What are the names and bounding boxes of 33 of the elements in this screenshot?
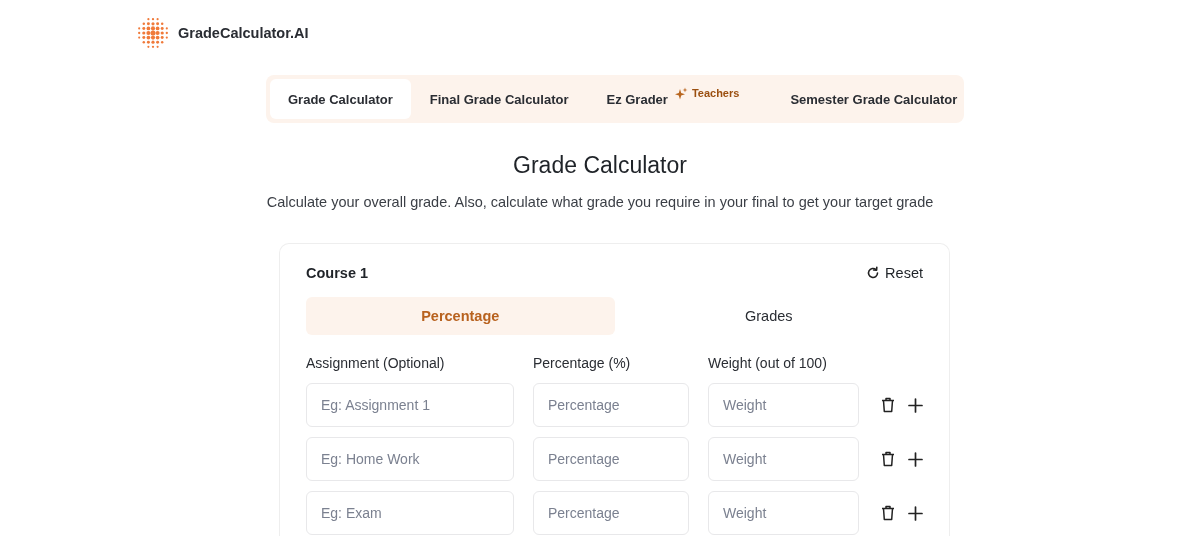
nav-tab[interactable]: Grade Calculator xyxy=(270,79,411,119)
add-icon[interactable] xyxy=(908,505,923,521)
assignment-field[interactable]: Eg: Exam xyxy=(306,491,514,535)
brand-name: GradeCalculator.AI xyxy=(178,25,309,41)
weight-field[interactable]: Weight xyxy=(708,491,859,535)
column-label: Percentage (%) xyxy=(533,355,632,371)
logo-icon xyxy=(135,15,171,51)
nav-tab[interactable]: Ez Grader Teachers xyxy=(587,79,772,119)
delete-icon[interactable] xyxy=(881,397,895,413)
assignment-field[interactable]: Eg: Assignment 1 xyxy=(306,383,514,427)
mode-tab[interactable]: Percentage xyxy=(306,297,615,335)
assignment-field[interactable]: Eg: Home Work xyxy=(306,437,514,481)
column-label: Weight (out of 100) xyxy=(708,355,828,371)
page-subtitle: Calculate your overall grade. Also, calculate what grade you require in your final to get your target grade xyxy=(265,194,935,210)
teachers-label: Teachers xyxy=(691,87,740,99)
course-title: Course 1 xyxy=(306,265,369,281)
delete-icon[interactable] xyxy=(881,505,895,521)
add-icon[interactable] xyxy=(908,397,923,413)
nav-tab[interactable]: Semester Grade Calculator xyxy=(772,79,976,119)
delete-icon[interactable] xyxy=(881,451,895,467)
sparkle-icon xyxy=(673,87,688,101)
page-title: Grade Calculator xyxy=(512,152,688,179)
reset-button[interactable]: Reset xyxy=(866,265,923,281)
weight-field[interactable]: Weight xyxy=(708,383,859,427)
nav-tab[interactable]: Final Grade Calculator xyxy=(411,79,587,119)
column-label: Assignment (Optional) xyxy=(306,355,446,371)
weight-field[interactable]: Weight xyxy=(708,437,859,481)
percentage-field[interactable]: Percentage xyxy=(533,437,689,481)
reset-icon xyxy=(866,266,881,280)
percentage-field[interactable]: Percentage xyxy=(533,491,689,535)
percentage-field[interactable]: Percentage xyxy=(533,383,689,427)
mode-tab[interactable]: Grades xyxy=(614,297,923,335)
add-icon[interactable] xyxy=(908,451,923,467)
